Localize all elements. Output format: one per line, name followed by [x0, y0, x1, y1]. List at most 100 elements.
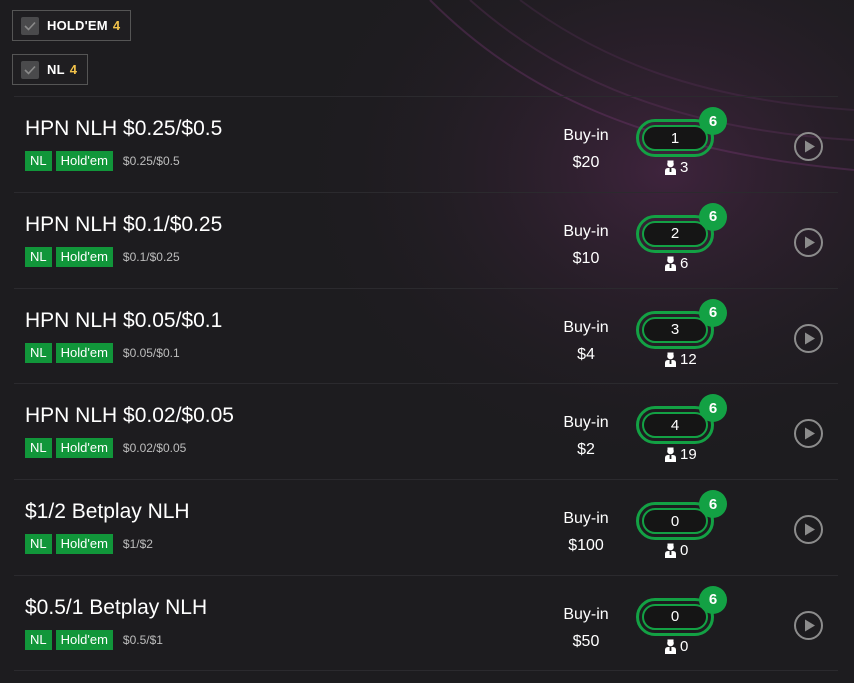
buyin: Buy-in $10 [552, 218, 620, 272]
play-icon [794, 132, 823, 161]
stakes-label: $0.02/$0.05 [122, 441, 187, 456]
stakes-label: $0.25/$0.5 [122, 154, 180, 168]
checkbox-icon[interactable] [21, 60, 39, 79]
table-indicator: 3 6 12 [636, 298, 730, 369]
checkbox-icon[interactable] [21, 16, 39, 35]
seats-badge: 6 [699, 107, 727, 135]
play-button[interactable] [793, 227, 824, 258]
buyin-value: $10 [572, 249, 600, 267]
play-button[interactable] [793, 514, 824, 545]
tag-nl: NL [25, 438, 52, 459]
play-button[interactable] [793, 418, 824, 449]
filter-count: 4 [69, 62, 78, 77]
filter-holdem[interactable]: HOLD'EM 4 [12, 10, 132, 41]
table-count: 3 [642, 316, 708, 343]
player-icon [665, 639, 676, 654]
game-title: $1/2 Betplay NLH [25, 500, 190, 524]
game-title: HPN NLH $0.02/$0.05 [25, 404, 234, 428]
game-title: HPN NLH $0.05/$0.1 [25, 308, 223, 332]
stakes-label: $0.05/$0.1 [122, 345, 180, 360]
tag-nl: NL [25, 246, 52, 267]
table-count: 2 [642, 220, 708, 247]
player-count: 0 [680, 637, 689, 655]
play-icon [794, 323, 823, 353]
seats-badge: 6 [699, 394, 727, 423]
buyin-label: Buy-in [563, 605, 609, 623]
tag-nl: NL [25, 629, 52, 650]
buyin-label: Buy-in [563, 414, 609, 432]
tag-nl: NL [25, 151, 52, 171]
game-row[interactable]: HPN NLH $0.05/$0.1 NL Hold'em $0.05/$0.1… [14, 287, 838, 384]
play-button[interactable] [793, 610, 824, 641]
seats-badge: 6 [699, 490, 727, 519]
player-count: 12 [680, 350, 697, 368]
players: 6 [664, 255, 688, 272]
buyin: Buy-in $100 [552, 505, 620, 559]
buyin-label: Buy-in [563, 222, 609, 240]
buyin-label: Buy-in [563, 127, 609, 144]
buyin: Buy-in $20 [552, 122, 620, 176]
player-count: 6 [680, 254, 689, 272]
table-indicator: 2 6 6 [636, 202, 730, 273]
play-icon [794, 610, 823, 640]
game-tags: NL Hold'em $0.02/$0.05 [25, 438, 187, 459]
player-icon [665, 352, 676, 367]
players: 0 [664, 638, 688, 655]
table-indicator: 0 6 0 [636, 585, 730, 656]
stakes-label: $0.1/$0.25 [122, 249, 180, 264]
tag-nl: NL [25, 342, 52, 363]
game-tags: NL Hold'em $0.5/$1 [25, 629, 163, 650]
stakes-label: $0.5/$1 [122, 632, 163, 647]
seats-badge: 6 [699, 202, 727, 231]
players: 3 [664, 159, 688, 176]
game-row[interactable]: $1/2 Betplay NLH NL Hold'em $1/$2 Buy-in… [14, 479, 838, 575]
game-tags: NL Hold'em $0.25/$0.5 [25, 151, 180, 171]
player-count: 19 [680, 446, 697, 464]
filter-count: 4 [112, 18, 121, 33]
table-indicator: 0 6 0 [636, 490, 730, 560]
table-count: 0 [642, 508, 708, 535]
play-button[interactable] [793, 131, 824, 162]
game-title: $0.5/1 Betplay NLH [25, 595, 208, 619]
game-tags: NL Hold'em $0.05/$0.1 [25, 342, 180, 363]
tag-nl: NL [25, 534, 52, 555]
game-row[interactable]: HPN NLH $0.1/$0.25 NL Hold'em $0.1/$0.25… [14, 191, 838, 288]
player-icon [665, 256, 676, 271]
tag-holdem: Hold'em [55, 534, 113, 555]
game-title: HPN NLH $0.25/$0.5 [25, 117, 223, 140]
filter-nl[interactable]: NL 4 [12, 54, 89, 85]
player-count: 0 [680, 542, 689, 560]
game-row[interactable]: HPN NLH $0.02/$0.05 NL Hold'em $0.02/$0.… [14, 383, 838, 479]
seats-badge: 6 [699, 298, 727, 327]
table-count: 1 [642, 125, 708, 151]
player-icon [665, 160, 676, 175]
filter-label: NL [47, 62, 65, 77]
game-list: HPN NLH $0.25/$0.5 NL Hold'em $0.25/$0.5… [14, 96, 838, 671]
tag-holdem: Hold'em [55, 438, 113, 459]
buyin-value: $100 [568, 537, 604, 555]
seats-badge: 6 [699, 585, 727, 614]
play-icon [794, 419, 823, 449]
player-count: 3 [680, 159, 689, 176]
tag-holdem: Hold'em [55, 246, 113, 267]
tag-holdem: Hold'em [55, 342, 113, 363]
filter-label: HOLD'EM [47, 18, 108, 33]
buyin: Buy-in $4 [552, 314, 620, 368]
game-tags: NL Hold'em $1/$2 [25, 534, 153, 555]
buyin-value: $50 [572, 632, 600, 650]
tag-holdem: Hold'em [55, 151, 113, 171]
buyin-value: $20 [572, 154, 600, 171]
play-button[interactable] [793, 323, 824, 354]
buyin-label: Buy-in [563, 318, 609, 336]
game-row[interactable]: $0.5/1 Betplay NLH NL Hold'em $0.5/$1 Bu… [14, 574, 838, 671]
buyin-label: Buy-in [563, 510, 609, 528]
player-icon [665, 447, 676, 463]
game-row[interactable]: HPN NLH $0.25/$0.5 NL Hold'em $0.25/$0.5… [14, 96, 838, 192]
tag-holdem: Hold'em [55, 629, 113, 650]
game-tags: NL Hold'em $0.1/$0.25 [25, 246, 180, 267]
game-title: HPN NLH $0.1/$0.25 [25, 212, 223, 236]
buyin-value: $4 [577, 345, 595, 363]
player-icon [665, 543, 676, 559]
table-count: 0 [642, 603, 708, 630]
play-icon [794, 227, 823, 257]
